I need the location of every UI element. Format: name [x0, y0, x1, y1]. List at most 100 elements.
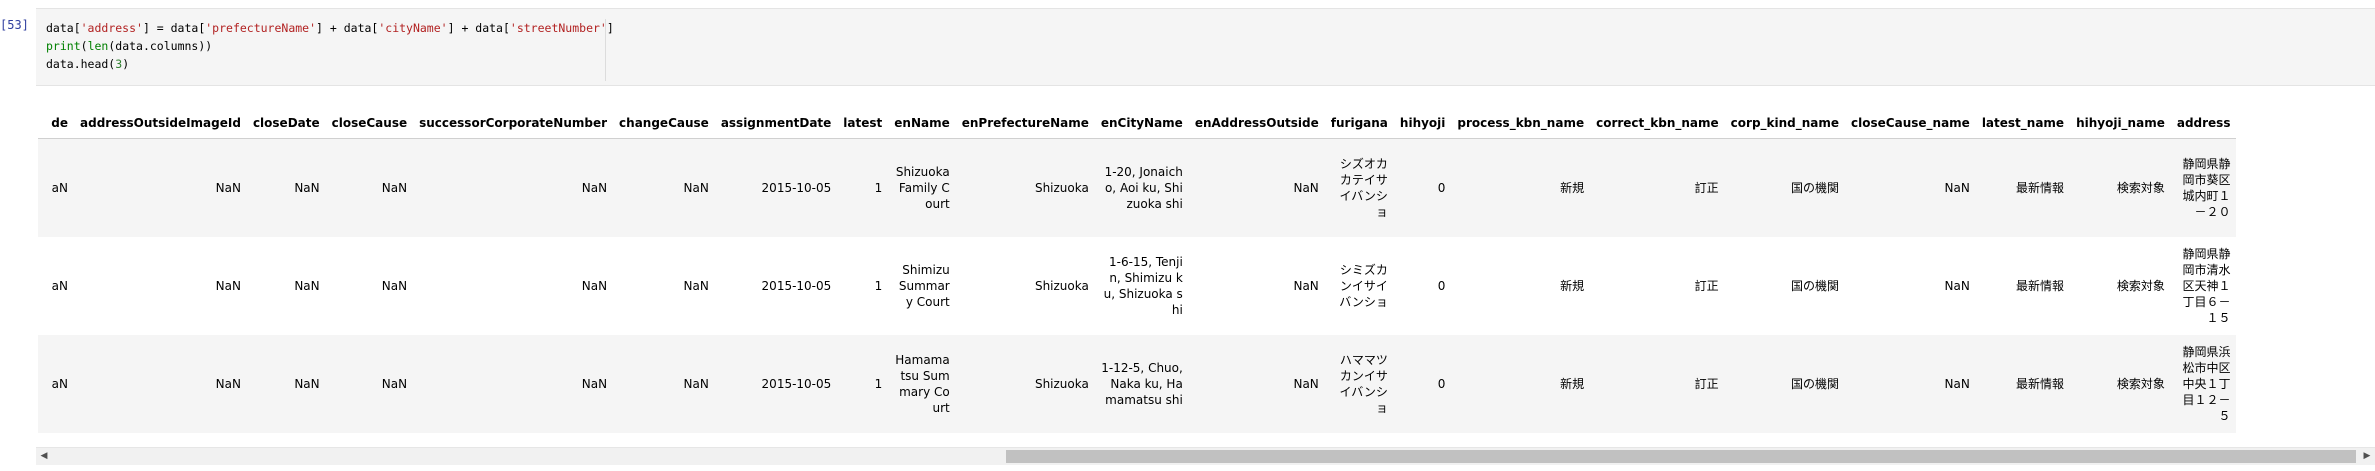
table-cell: シミズカンイサイバンショ [1339, 262, 1388, 309]
scroll-thumb[interactable] [1006, 450, 2356, 463]
table-cell: 0 [1437, 180, 1446, 195]
code-token: data.head( [46, 57, 116, 71]
table-cell: 新規 [1560, 180, 1585, 195]
table-cell: 最新情報 [2016, 278, 2065, 293]
table-cell: NaN [1293, 180, 1319, 195]
table-cell: NaN [1944, 180, 1970, 195]
code-token: 'prefectureName' [205, 21, 317, 35]
code-token: len [87, 39, 109, 53]
table-cell: NaN [1944, 376, 1970, 391]
column-header: corp_kind_name [1724, 108, 1846, 139]
table-cell: Shizuoka Family Court [895, 164, 950, 211]
code-token: 'cityName' [378, 21, 448, 35]
table-cell: 0 [1437, 278, 1446, 293]
column-header: enName [888, 108, 956, 139]
table-cell: 検索対象 [2116, 278, 2165, 293]
table-cell: 1 [874, 376, 883, 391]
code-line[interactable]: data['address'] = data['prefectureName']… [40, 19, 614, 37]
table-cell: 1 [874, 278, 883, 293]
table-cell: Shizuoka [1034, 180, 1089, 195]
table-cell: NaN [381, 278, 408, 293]
table-cell: NaN [1293, 376, 1319, 391]
table-cell: NaN [581, 376, 608, 391]
code-line[interactable]: print(len(data.columns)) [40, 37, 605, 55]
column-header: assignmentDate [714, 108, 838, 139]
code-editor[interactable]: data['address'] = data['prefectureName']… [40, 19, 614, 81]
table-cell: 新規 [1560, 376, 1585, 391]
code-cell[interactable]: data['address'] = data['prefectureName']… [36, 8, 2375, 86]
code-line[interactable]: data.head(3) [40, 55, 605, 73]
table-cell: ハママツカンイサイバンショ [1339, 352, 1388, 415]
table-cell: 1-12-5, Chuo, Naka ku, Hamamatsu shi [1101, 360, 1183, 407]
table-cell: 静岡県浜松市中区中央１丁目１２－５ [2182, 344, 2231, 423]
column-header: hihyoji_name [2070, 108, 2171, 139]
column-header: closeDate [246, 108, 326, 139]
table-cell: 1-20, Jonaicho, Aoi ku, Shizuoka shi [1104, 164, 1183, 211]
code-token: (data.columns)) [108, 39, 213, 53]
column-header: latest [837, 108, 889, 139]
column-header: enPrefectureName [955, 108, 1095, 139]
code-token: ] + data[ [447, 21, 510, 35]
column-header: changeCause [613, 108, 715, 139]
code-token: data[ [46, 21, 81, 35]
table-cell: NaN [215, 278, 241, 293]
table-cell: NaN [1293, 278, 1319, 293]
table-cell: 検索対象 [2116, 180, 2165, 195]
code-token: ] [606, 21, 614, 35]
table-cell: 2015-10-05 [761, 278, 832, 293]
code-token: print [46, 39, 81, 53]
table-cell: 新規 [1560, 278, 1585, 293]
table-cell: NaN [581, 180, 608, 195]
table-cell: NaN [683, 180, 709, 195]
table-cell: 1-6-15, Tenjin, Shimizu ku, Shizuoka shi [1103, 254, 1183, 317]
column-header: addressOutsideImageId [74, 108, 247, 139]
column-header: enCityName [1094, 108, 1189, 139]
scroll-right-icon[interactable]: ▶ [2359, 448, 2375, 465]
table-row: aN NaN NaN NaN NaN NaN 2015-10-05 1 Shimizu Summ… [38, 237, 2236, 335]
table-cell: 訂正 [1694, 180, 1719, 195]
table-cell: NaN [294, 180, 320, 195]
column-header: de [38, 108, 74, 139]
table-cell: NaN [683, 278, 709, 293]
table-cell: NaN [215, 376, 241, 391]
table-cell: aN [51, 376, 68, 391]
column-header: successorCorporateNumber [413, 108, 614, 139]
code-token: 'streetNumber' [509, 21, 607, 35]
table-cell: 0 [1437, 376, 1446, 391]
table-cell: NaN [581, 278, 608, 293]
column-header: latest_name [1975, 108, 2071, 139]
table-cell: NaN [215, 180, 241, 195]
column-header: closeCause_name [1845, 108, 1976, 139]
table-cell: NaN [1944, 278, 1970, 293]
table-cell: 静岡県静岡市清水区天神１丁目６－１５ [2182, 246, 2231, 325]
code-token: ] = data[ [142, 21, 206, 35]
table-row: aN NaN NaN NaN NaN NaN 2015-10-05 1 Shizuoka Fam… [38, 138, 2237, 237]
cell-prompt: [53] [0, 18, 29, 32]
table-cell: NaN [381, 376, 408, 391]
table-header-row: de addressOutsideImageId closeDate closeCau… [38, 108, 2237, 139]
column-header: hihyoji [1393, 108, 1452, 139]
table-cell: 静岡県静岡市葵区城内町１－２０ [2182, 156, 2231, 219]
horizontal-scrollbar[interactable]: ◀ ▶ [36, 447, 2375, 465]
table-row: aN NaN NaN NaN NaN NaN 2015-10-05 1 Hamamatsu Su… [38, 334, 2237, 433]
table-cell: 最新情報 [2016, 180, 2065, 195]
table-cell: 2015-10-05 [761, 376, 832, 391]
column-header: correct_kbn_name [1590, 108, 1725, 139]
table-cell: シズオカカテイサイバンショ [1339, 156, 1388, 219]
table-cell: 国の機関 [1791, 180, 1840, 195]
table-cell: 最新情報 [2016, 376, 2065, 391]
column-header: closeCause [325, 108, 414, 139]
table-cell: 訂正 [1694, 278, 1719, 293]
table-cell: NaN [683, 376, 709, 391]
column-header: enAddressOutside [1188, 108, 1325, 139]
table-cell: Shizuoka [1034, 278, 1089, 293]
scroll-left-icon[interactable]: ◀ [36, 448, 52, 465]
code-token: ( [80, 39, 88, 53]
table-cell: Shizuoka [1034, 376, 1089, 391]
table-cell: 1 [874, 180, 883, 195]
table-cell: 国の機関 [1791, 278, 1840, 293]
code-token: ] + data[ [316, 21, 379, 35]
dataframe-table: de addressOutsideImageId closeDate closeCau… [38, 108, 2237, 433]
column-header: process_kbn_name [1451, 108, 1591, 139]
code-token: ) [122, 57, 130, 71]
